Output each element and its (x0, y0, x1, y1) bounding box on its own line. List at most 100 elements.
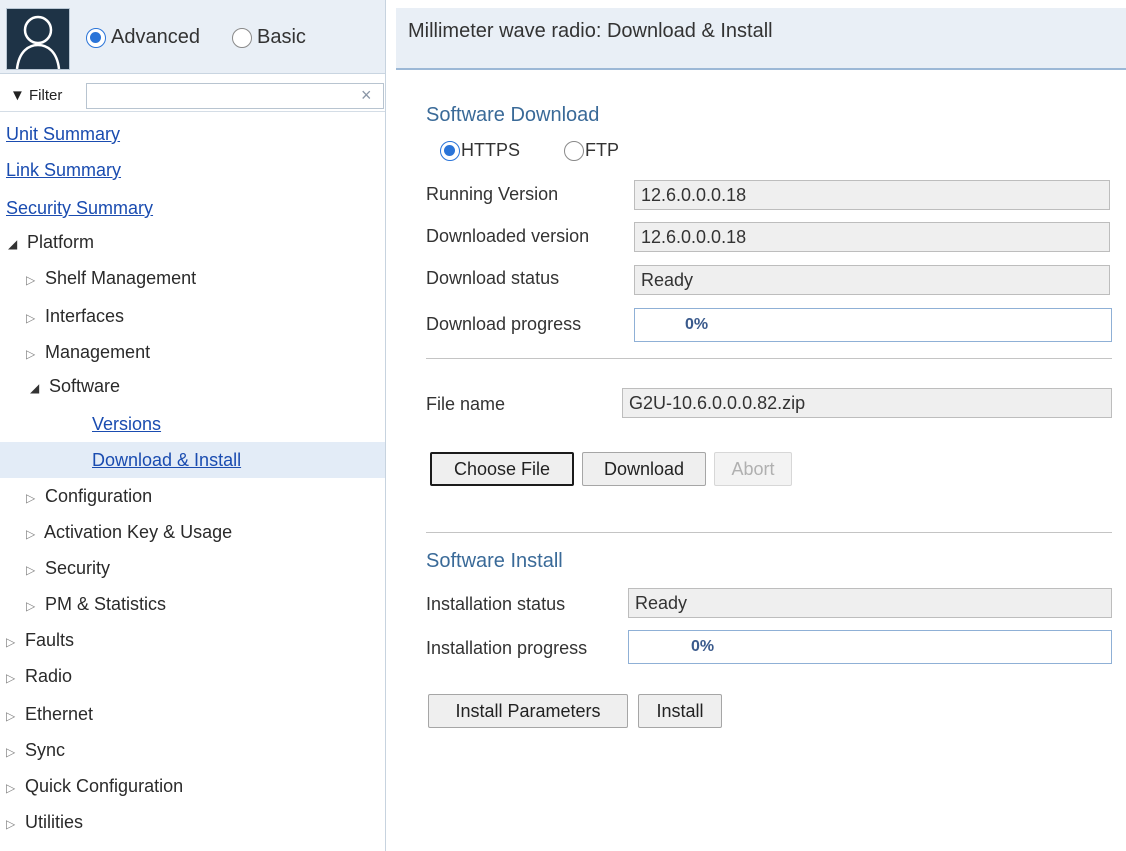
protocol-https-radio[interactable]: HTTPS (440, 140, 520, 161)
file-name-value: G2U-10.6.0.0.0.82.zip (622, 388, 1112, 418)
tree-item-configuration[interactable]: ▷ Configuration (0, 478, 385, 516)
tree-item-label[interactable]: Download & Install (92, 450, 241, 470)
tree-item-management[interactable]: ▷ Management (0, 334, 385, 372)
tree-item-label: Quick Configuration (25, 776, 184, 796)
tree-item-label: Radio (25, 666, 73, 686)
download-status-value: Ready (634, 265, 1110, 295)
tree-item-platform[interactable]: ◢ Platform (0, 224, 385, 262)
installation-status-label: Installation status (426, 594, 566, 614)
installation-progress-bar: 0% (628, 630, 1112, 664)
user-icon (15, 15, 61, 70)
tree-item-link-summary[interactable]: Link Summary (0, 152, 385, 188)
protocol-ftp-radio[interactable]: FTP (564, 140, 619, 161)
tree-item-label: Faults (25, 630, 75, 650)
tree-item-security-summary[interactable]: Security Summary (0, 190, 385, 226)
tree-item-pm-statistics[interactable]: ▷ PM & Statistics (0, 586, 385, 624)
navigation-sidebar: Advanced Basic ▼ Filter × Unit Summary L… (0, 0, 386, 851)
collapsed-arrow-icon[interactable]: ▷ (26, 262, 40, 298)
tree-item-sync[interactable]: ▷ Sync (0, 732, 385, 770)
download-progress-bar: 0% (634, 308, 1112, 342)
collapsed-arrow-icon[interactable]: ▷ (26, 588, 40, 624)
installation-progress-label: Installation progress (426, 638, 588, 658)
software-download-title: Software Download (426, 104, 600, 126)
install-button[interactable]: Install (638, 694, 722, 728)
collapsed-arrow-icon[interactable]: ▷ (6, 660, 20, 696)
page-title-bar: Millimeter wave radio: Download & Instal… (396, 8, 1126, 70)
mode-basic-label: Basic (257, 26, 306, 48)
section-divider (426, 532, 1112, 533)
collapsed-arrow-icon[interactable]: ▷ (6, 806, 20, 842)
sidebar-header: Advanced Basic (0, 0, 385, 74)
tree-item-radio[interactable]: ▷ Radio (0, 658, 385, 696)
filter-toggle[interactable]: ▼ Filter (10, 87, 62, 104)
tree-item-label: Activation Key & Usage (44, 522, 233, 542)
abort-button: Abort (714, 452, 792, 486)
download-install-panel: Software Download HTTPS FTP Running Vers… (396, 72, 1126, 851)
downloaded-version-label: Downloaded version (426, 226, 590, 246)
tree-item-label[interactable]: Unit Summary (6, 124, 120, 144)
collapsed-arrow-icon[interactable]: ▷ (26, 336, 40, 372)
installation-status-value: Ready (628, 588, 1112, 618)
tree-item-ethernet[interactable]: ▷ Ethernet (0, 696, 385, 734)
collapsed-arrow-icon[interactable]: ▷ (26, 516, 40, 552)
tree-item-faults[interactable]: ▷ Faults (0, 622, 385, 660)
tree-item-quick-configuration[interactable]: ▷ Quick Configuration (0, 768, 385, 806)
tree-item-download-install[interactable]: Download & Install (0, 442, 385, 478)
download-progress-text: 0% (685, 316, 709, 333)
collapsed-arrow-icon[interactable]: ▷ (6, 624, 20, 660)
installation-progress-text: 0% (691, 638, 715, 655)
tree-item-utilities[interactable]: ▷ Utilities (0, 804, 385, 842)
install-parameters-button[interactable]: Install Parameters (428, 694, 628, 728)
tree-item-label[interactable]: Link Summary (6, 160, 121, 180)
choose-file-button[interactable]: Choose File (430, 452, 574, 486)
mode-basic-radio[interactable]: Basic (232, 26, 306, 49)
downloaded-version-value: 12.6.0.0.0.18 (634, 222, 1110, 252)
tree-item-label: Shelf Management (45, 268, 197, 288)
filter-bar: ▼ Filter × (0, 80, 385, 112)
clear-filter-icon[interactable]: × (361, 85, 372, 106)
protocol-https-label: HTTPS (461, 140, 521, 160)
tree-item-unit-summary[interactable]: Unit Summary (0, 116, 385, 152)
software-install-title: Software Install (426, 550, 563, 572)
radio-checked-icon (86, 27, 106, 48)
tree-item-security[interactable]: ▷ Security (0, 550, 385, 588)
collapsed-arrow-icon[interactable]: ▷ (26, 300, 40, 336)
tree-item-label: Software (49, 376, 121, 396)
tree-item-versions[interactable]: Versions (0, 406, 385, 442)
radio-unchecked-icon (232, 27, 252, 48)
download-progress-label: Download progress (426, 314, 582, 334)
tree-item-label: Management (45, 342, 151, 362)
filter-input[interactable] (86, 83, 384, 109)
user-avatar[interactable] (6, 8, 70, 70)
expanded-arrow-icon[interactable]: ◢ (30, 370, 44, 406)
mode-advanced-label: Advanced (111, 26, 200, 48)
download-status-label: Download status (426, 268, 560, 288)
tree-item-label: PM & Statistics (45, 594, 167, 614)
collapsed-arrow-icon[interactable]: ▷ (6, 698, 20, 734)
collapsed-arrow-icon[interactable]: ▷ (26, 480, 40, 516)
page-title: Millimeter wave radio: Download & Instal… (408, 20, 773, 42)
tree-item-label[interactable]: Security Summary (6, 198, 153, 218)
collapsed-arrow-icon[interactable]: ▷ (26, 552, 40, 588)
collapsed-arrow-icon[interactable]: ▷ (6, 770, 20, 806)
tree-item-activation-key-usage[interactable]: ▷ Activation Key & Usage (0, 514, 385, 552)
tree-item-interfaces[interactable]: ▷ Interfaces (0, 298, 385, 336)
tree-item-label[interactable]: Versions (92, 414, 161, 434)
tree-item-label: Platform (27, 232, 95, 252)
tree-item-software[interactable]: ◢ Software (0, 368, 385, 406)
tree-item-label: Utilities (25, 812, 84, 832)
collapsed-arrow-icon[interactable]: ▷ (6, 734, 20, 770)
protocol-ftp-label: FTP (585, 140, 619, 160)
section-divider (426, 358, 1112, 359)
download-button[interactable]: Download (582, 452, 706, 486)
tree-item-label: Sync (25, 740, 66, 760)
running-version-label: Running Version (426, 184, 559, 204)
file-name-label: File name (426, 394, 506, 414)
tree-item-shelf-management[interactable]: ▷ Shelf Management (0, 260, 385, 298)
expanded-arrow-icon[interactable]: ◢ (8, 226, 22, 262)
mode-advanced-radio[interactable]: Advanced (86, 26, 200, 49)
running-version-value: 12.6.0.0.0.18 (634, 180, 1110, 210)
tree-item-label: Configuration (45, 486, 153, 506)
tree-item-label: Security (45, 558, 111, 578)
radio-checked-icon (440, 140, 460, 161)
